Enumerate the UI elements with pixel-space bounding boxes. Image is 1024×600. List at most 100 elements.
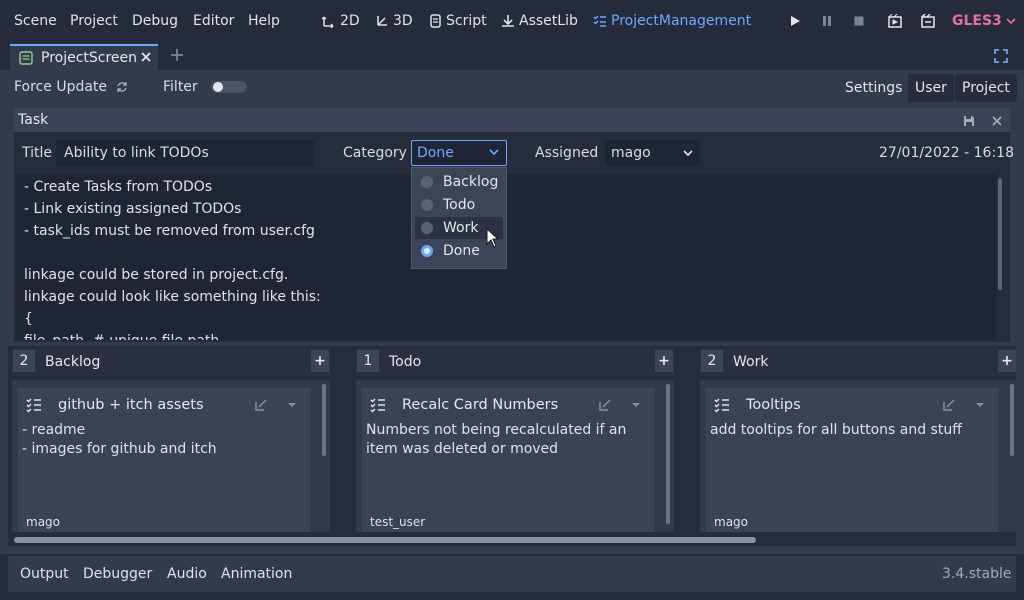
reload-icon: [117, 82, 127, 92]
column-add-button[interactable]: +: [998, 350, 1016, 372]
task-panel-header: [14, 108, 1010, 132]
chevron-down-icon: [1006, 18, 1016, 25]
menu-project[interactable]: Project: [70, 11, 118, 31]
user-tab[interactable]: User: [908, 74, 954, 102]
radio-selected-icon: [421, 245, 433, 257]
mouse-cursor-icon: [486, 228, 500, 248]
workspace-2d-button[interactable]: 2D: [322, 11, 360, 31]
tab-add-button[interactable]: [169, 47, 185, 63]
description-scrollbar[interactable]: [998, 178, 1002, 290]
column-scrollbar[interactable]: [1010, 384, 1014, 456]
bottom-tab-output[interactable]: Output: [20, 564, 69, 584]
card-user: mago: [26, 515, 61, 529]
radio-icon: [421, 222, 433, 234]
card-menu-button[interactable]: [284, 397, 300, 413]
column-scrollbar[interactable]: [322, 384, 326, 456]
renderer-select[interactable]: GLES3: [952, 11, 1016, 31]
distraction-free-button[interactable]: [993, 48, 1009, 64]
column-title: Backlog: [45, 354, 101, 370]
option-label: Done: [443, 243, 480, 259]
column-count: 2: [13, 350, 35, 372]
card-edit-button[interactable]: [941, 397, 957, 413]
bottom-tab-audio[interactable]: Audio: [167, 564, 207, 584]
category-option-backlog[interactable]: Backlog: [415, 171, 503, 193]
description-clip: file_path # unique file path: [16, 330, 996, 340]
column-add-button[interactable]: +: [311, 350, 329, 372]
filter-toggle[interactable]: [211, 81, 247, 93]
task-date: 27/01/2022 - 16:18: [879, 145, 1014, 161]
play-button[interactable]: [787, 13, 803, 29]
column-count: 1: [357, 350, 379, 372]
column-title: Todo: [389, 354, 422, 370]
card-edit-button[interactable]: [253, 397, 269, 413]
project-tab[interactable]: Project: [955, 74, 1017, 102]
card-menu-button[interactable]: [628, 397, 644, 413]
pause-button[interactable]: [819, 13, 835, 29]
radio-icon: [421, 199, 433, 211]
description-line: {: [24, 311, 33, 327]
settings-tab[interactable]: Settings: [838, 74, 909, 102]
category-option-todo[interactable]: Todo: [415, 194, 503, 216]
pause-icon: [823, 16, 831, 26]
task-save-button[interactable]: [961, 113, 977, 129]
card-title: Recalc Card Numbers: [402, 397, 559, 413]
description-line: - task_ids must be removed from user.cfg: [24, 223, 315, 239]
option-label: Todo: [443, 197, 476, 213]
card-user: mago: [714, 515, 749, 529]
assigned-select[interactable]: mago: [605, 140, 700, 166]
edit-icon: [599, 399, 611, 411]
card-line: Numbers not being recalculated if an: [366, 422, 627, 438]
chevron-down-icon: [288, 403, 296, 407]
toggle-knob: [213, 82, 223, 92]
column-scrollbar[interactable]: [666, 384, 670, 524]
close-icon: [992, 116, 1002, 126]
card-line: add tooltips for all buttons and stuff: [710, 422, 962, 438]
distraction-free-icon: [994, 49, 1008, 63]
close-icon: [141, 52, 151, 62]
reload-button[interactable]: [114, 79, 130, 95]
task-list-icon: [370, 398, 385, 413]
stop-icon: [854, 16, 864, 26]
description-line: linkage could be stored in project.cfg.: [24, 267, 289, 283]
tab-add-icon: [171, 49, 183, 61]
save-icon: [964, 116, 974, 126]
board-horizontal-scrollbar[interactable]: [14, 537, 756, 543]
tab-label: ProjectScreen: [41, 50, 138, 66]
tab-close-button[interactable]: [138, 49, 154, 65]
workspace-script-label: Script: [446, 13, 487, 29]
bottom-tab-animation[interactable]: Animation: [221, 564, 292, 584]
bottom-tab-debugger[interactable]: Debugger: [83, 564, 152, 584]
card-menu-button[interactable]: [972, 397, 988, 413]
tab-projectscreen[interactable]: ProjectScreen: [10, 44, 158, 70]
workspace-script-button[interactable]: Script: [428, 11, 487, 31]
menu-editor[interactable]: Editor: [193, 11, 234, 31]
play-custom-scene-button[interactable]: [920, 13, 936, 29]
filter-label: Filter: [163, 79, 198, 95]
stop-button[interactable]: [851, 13, 867, 29]
workspace-2d-label: 2D: [340, 13, 360, 29]
menu-debug[interactable]: Debug: [132, 11, 178, 31]
workspace-assetlib-button[interactable]: AssetLib: [501, 11, 578, 31]
task-list-icon: [714, 398, 729, 413]
description-line: - Create Tasks from TODOs: [24, 179, 213, 195]
category-select[interactable]: Done: [411, 140, 507, 166]
title-input[interactable]: Ability to link TODOs: [56, 140, 314, 166]
chevron-down-icon: [976, 403, 984, 407]
workspace-3d-button[interactable]: 3D: [375, 11, 413, 31]
menu-help[interactable]: Help: [248, 11, 280, 31]
renderer-label: GLES3: [952, 13, 1002, 29]
play-scene-button[interactable]: [887, 13, 903, 29]
radio-icon: [421, 176, 433, 188]
workspace-projectmanagement-button[interactable]: ProjectManagement: [593, 11, 751, 31]
bottom-panel-bar: [8, 556, 1016, 592]
card-user: test_user: [370, 515, 426, 529]
task-close-button[interactable]: [989, 113, 1005, 129]
title-label: Title: [22, 145, 53, 161]
force-update-button[interactable]: Force Update: [14, 77, 107, 97]
chevron-down-icon: [632, 403, 640, 407]
card-edit-button[interactable]: [597, 397, 613, 413]
menu-scene[interactable]: Scene: [14, 11, 57, 31]
column-add-button[interactable]: +: [655, 350, 673, 372]
play-icon: [791, 16, 800, 26]
workspace-3d-label: 3D: [393, 13, 413, 29]
